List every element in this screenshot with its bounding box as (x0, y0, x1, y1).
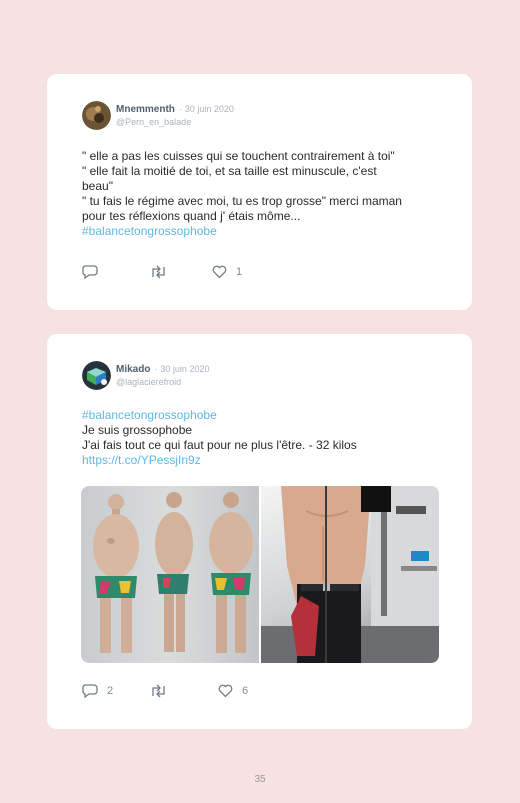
tweet-card-2: Mikado · 30 juin 2020 @laglacierefroid #… (47, 334, 472, 729)
tweet-line: beau" (82, 179, 113, 193)
author-handle[interactable]: @Pern_en_balade (116, 116, 234, 129)
hashtag-link[interactable]: #balancetongrossophobe (82, 408, 447, 423)
reply-button[interactable]: 2 (82, 684, 150, 698)
tweet-line: Je suis grossophobe (82, 423, 193, 437)
heart-icon (218, 684, 233, 698)
reply-icon (82, 684, 98, 698)
retweet-icon (150, 265, 167, 279)
tweet-text: #balancetongrossophobe Je suis grossopho… (82, 408, 447, 468)
tweet-line: " elle fait la moitié de toi, et sa tail… (82, 164, 377, 178)
like-count: 1 (236, 266, 243, 278)
tweet-actions: 1 (82, 265, 242, 279)
reply-button[interactable] (82, 265, 150, 279)
avatar[interactable] (82, 361, 111, 390)
tweet-header: Mikado · 30 juin 2020 @laglacierefroid (82, 361, 209, 390)
tweet-card-1: Mnemmenth · 30 juin 2020 @Pern_en_balade… (47, 74, 472, 310)
retweet-button[interactable] (150, 684, 218, 698)
tweet-link[interactable]: https://t.co/YPessjIn9z (82, 453, 447, 468)
tweet-line: " elle a pas les cuisses qui se touchent… (82, 149, 395, 163)
reply-count: 2 (107, 685, 114, 697)
tweet-header: Mnemmenth · 30 juin 2020 @Pern_en_balade (82, 101, 234, 130)
before-photo[interactable] (81, 486, 259, 663)
tweet-actions: 2 6 (82, 684, 248, 698)
tweet-text: " elle a pas les cuisses qui se touchent… (82, 149, 447, 239)
author-handle[interactable]: @laglacierefroid (116, 376, 209, 389)
like-button[interactable]: 1 (212, 265, 242, 279)
tweet-date: · 30 juin 2020 (154, 364, 210, 374)
heart-icon (212, 265, 227, 279)
tweet-line: J'ai fais tout ce qui faut pour ne plus … (82, 438, 357, 452)
like-button[interactable]: 6 (218, 684, 248, 698)
tweet-line: pour tes réflexions quand j' étais môme.… (82, 209, 301, 223)
tweet-media[interactable] (81, 486, 439, 663)
avatar[interactable] (82, 101, 111, 130)
retweet-button[interactable] (150, 265, 212, 279)
author-name[interactable]: Mnemmenth (116, 104, 175, 115)
author-name[interactable]: Mikado (116, 364, 150, 375)
hashtag-link[interactable]: #balancetongrossophobe (82, 224, 447, 239)
tweet-line: " tu fais le régime avec moi, tu es trop… (82, 194, 402, 208)
like-count: 6 (242, 685, 249, 697)
retweet-icon (150, 684, 167, 698)
page-number: 35 (254, 774, 266, 785)
reply-icon (82, 265, 98, 279)
tweet-date: · 30 juin 2020 (179, 104, 234, 114)
after-photo[interactable] (261, 486, 439, 663)
